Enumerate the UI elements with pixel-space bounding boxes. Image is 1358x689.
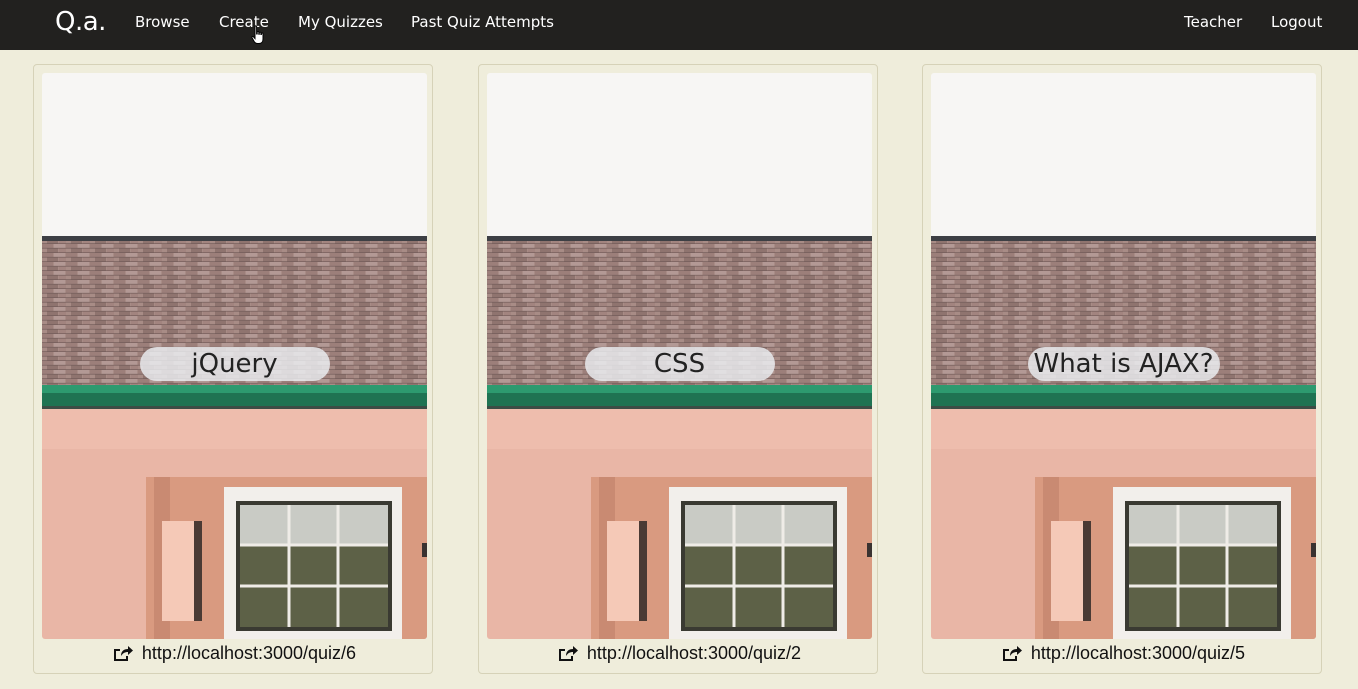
quiz-card-image[interactable]: jQuery (42, 73, 427, 639)
quiz-share-url[interactable]: http://localhost:3000/quiz/6 (142, 643, 356, 663)
quiz-card: jQuery http://localhost:3000/quiz/6 (33, 64, 433, 674)
top-navbar: Q.a. Browse Create My Quizzes Past Quiz … (0, 0, 1358, 50)
quiz-title[interactable]: What is AJAX? (1027, 347, 1220, 381)
nav-browse-link[interactable]: Browse (135, 13, 190, 31)
quiz-title[interactable]: jQuery (139, 347, 330, 381)
quiz-share-url[interactable]: http://localhost:3000/quiz/2 (587, 643, 801, 663)
share-icon[interactable] (112, 643, 134, 663)
quiz-card-image[interactable]: CSS (487, 73, 872, 639)
quiz-share-row: http://localhost:3000/quiz/2 (479, 641, 879, 665)
quiz-share-row: http://localhost:3000/quiz/5 (923, 641, 1323, 665)
quiz-card: CSS http://localhost:3000/quiz/2 (478, 64, 878, 674)
quiz-title[interactable]: CSS (584, 347, 775, 381)
quiz-card-image[interactable]: What is AJAX? (931, 73, 1316, 639)
share-icon[interactable] (1001, 643, 1023, 663)
nav-create-link[interactable]: Create (219, 13, 269, 31)
nav-past-quiz-attempts-link[interactable]: Past Quiz Attempts (411, 13, 554, 31)
brand-logo[interactable]: Q.a. (55, 6, 106, 38)
nav-logout-link[interactable]: Logout (1271, 13, 1322, 31)
share-icon[interactable] (557, 643, 579, 663)
nav-my-quizzes-link[interactable]: My Quizzes (298, 13, 383, 31)
nav-user-teacher-link[interactable]: Teacher (1184, 13, 1242, 31)
quiz-share-url[interactable]: http://localhost:3000/quiz/5 (1031, 643, 1245, 663)
quiz-share-row: http://localhost:3000/quiz/6 (34, 641, 434, 665)
quiz-card: What is AJAX? http://localhost:3000/quiz… (922, 64, 1322, 674)
